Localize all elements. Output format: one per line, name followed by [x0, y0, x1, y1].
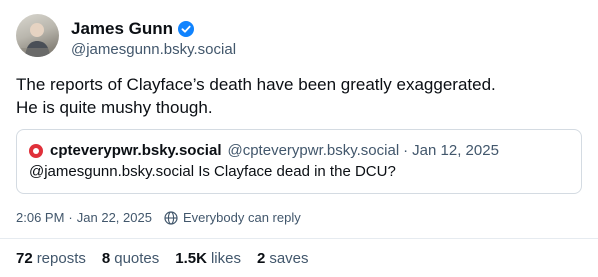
- quoted-author-handle: @cpteverypwr.bsky.social: [227, 142, 400, 159]
- author-avatar[interactable]: [16, 14, 59, 57]
- verified-check-icon[interactable]: [178, 21, 195, 37]
- quotes-count: 8: [101, 250, 111, 267]
- quoted-date: Jan 12, 2025: [412, 142, 499, 159]
- quoted-post[interactable]: cpteverypwr.bsky.social @cpteverypwr.bsk…: [16, 129, 582, 194]
- reposts-count: 72: [16, 250, 33, 267]
- globe-icon: [164, 210, 178, 225]
- post-time: 2:06 PM: [16, 210, 65, 225]
- quotes-stat[interactable]: 8 quotes: [102, 250, 159, 267]
- post-meta: 2:06 PM · Jan 22, 2025 Everybody can rep…: [16, 210, 301, 225]
- post-date: Jan 22, 2025: [76, 210, 152, 225]
- post-text: The reports of Clayface’s death have bee…: [16, 73, 582, 119]
- likes-stat[interactable]: 1.5K likes: [175, 250, 241, 267]
- reposts-label: reposts: [36, 250, 86, 267]
- user-avatar-icon: [16, 23, 59, 57]
- quoted-text: @jamesgunn.bsky.social Is Clayface dead …: [29, 163, 396, 180]
- author-display-name[interactable]: James Gunn: [71, 19, 173, 39]
- likes-count: 1.5K: [175, 250, 207, 267]
- quotes-label: quotes: [114, 250, 160, 267]
- author-header: James Gunn @jamesgunn.bsky.social: [16, 14, 236, 58]
- reposts-stat[interactable]: 72 reposts: [16, 250, 86, 267]
- author-handle[interactable]: @jamesgunn.bsky.social: [71, 41, 236, 58]
- quoted-separator: ·: [403, 142, 409, 159]
- engagement-stats: 72 reposts 8 quotes 1.5K likes 2 saves: [16, 250, 325, 267]
- post-text-line: He is quite mushy though.: [16, 98, 213, 117]
- reply-visibility[interactable]: Everybody can reply: [183, 210, 301, 225]
- saves-count: 2: [256, 250, 266, 267]
- quoted-author-name: cpteverypwr.bsky.social: [50, 142, 222, 159]
- post-card: James Gunn @jamesgunn.bsky.social The re…: [0, 0, 598, 277]
- likes-label: likes: [210, 250, 241, 267]
- stats-divider: [0, 238, 598, 239]
- post-text-line: The reports of Clayface’s death have bee…: [16, 75, 496, 94]
- meta-separator: ·: [68, 210, 73, 225]
- saves-label: saves: [269, 250, 309, 267]
- quoted-author-avatar: [29, 143, 43, 158]
- saves-stat[interactable]: 2 saves: [257, 250, 309, 267]
